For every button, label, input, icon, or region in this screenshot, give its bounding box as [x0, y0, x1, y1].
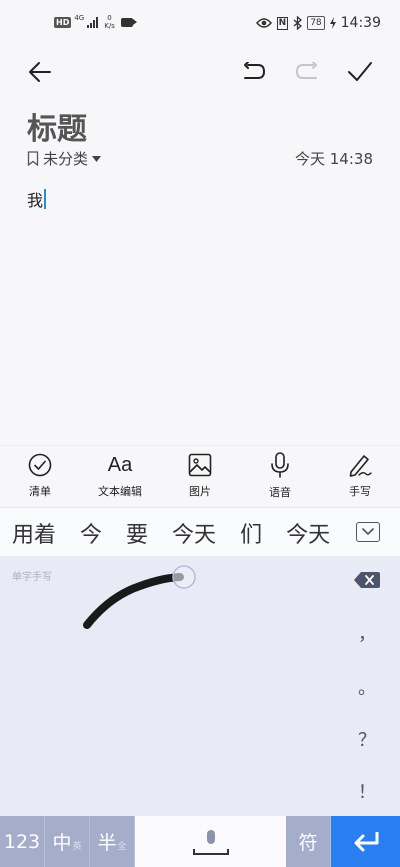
- signal-icon: [87, 16, 99, 28]
- status-bar: HD 4G 0 K/s N 78 14:39: [0, 0, 400, 48]
- numeric-key-label: 123: [3, 830, 41, 853]
- handwriting-pen-icon: [349, 454, 372, 477]
- format-toolbar: 清单 Aa 文本编辑 图片 语音 手写: [0, 445, 400, 505]
- text-edit-button[interactable]: Aa 文本编辑: [80, 446, 160, 505]
- language-key-sub: 英: [72, 842, 82, 852]
- confirm-button[interactable]: [346, 58, 374, 86]
- checkmark-icon: [348, 62, 372, 81]
- checklist-icon: [28, 453, 52, 476]
- candidate-item[interactable]: 今天: [286, 517, 330, 549]
- space-key[interactable]: [135, 816, 286, 867]
- handwriting-button[interactable]: 手写: [320, 446, 400, 505]
- microphone-space-icon: [192, 829, 229, 855]
- voice-button[interactable]: 语音: [240, 446, 320, 505]
- charging-icon: [329, 17, 336, 29]
- width-key-label: 半: [97, 832, 117, 854]
- note-timestamp: 今天 14:38: [295, 150, 373, 168]
- dropdown-triangle-icon: [92, 155, 102, 162]
- status-right-group: N 78 14:39: [255, 15, 381, 31]
- handwriting-stroke: [83, 565, 196, 629]
- back-arrow-icon: [29, 62, 51, 82]
- note-body-text: 我: [27, 191, 44, 210]
- back-button[interactable]: [26, 58, 54, 86]
- candidate-item[interactable]: 用着: [12, 517, 56, 549]
- data-rate: 0 K/s: [104, 14, 115, 30]
- symbol-key[interactable]: 符: [286, 816, 331, 867]
- nfc-icon: N: [276, 16, 289, 30]
- checklist-label: 清单: [29, 484, 51, 498]
- text-caret: [44, 189, 46, 209]
- text-edit-label: 文本编辑: [98, 484, 142, 498]
- width-key-sub: 全: [117, 842, 127, 852]
- status-left-group: HD 4G 0 K/s: [54, 14, 137, 30]
- clock: 14:39: [340, 15, 381, 31]
- enter-key[interactable]: [331, 816, 400, 867]
- text-edit-icon: Aa: [107, 453, 133, 476]
- voice-label: 语音: [269, 485, 291, 499]
- punctuation-column: ， 。 ？ ！: [334, 556, 400, 816]
- exclamation-key[interactable]: ！: [334, 778, 400, 804]
- numeric-key[interactable]: 123: [0, 816, 45, 867]
- note-title[interactable]: 标题: [27, 104, 87, 148]
- network-type: 4G: [74, 14, 85, 22]
- video-camera-icon: [120, 17, 137, 27]
- question-key[interactable]: ？: [334, 726, 400, 752]
- candidate-list: 用着 今 要 今天 们 今天: [12, 508, 340, 556]
- note-toolbar: [0, 52, 400, 92]
- undo-icon: [244, 62, 265, 79]
- redo-icon: [296, 62, 317, 79]
- candidate-item[interactable]: 要: [126, 517, 148, 549]
- microphone-icon: [271, 451, 289, 478]
- image-button[interactable]: 图片: [160, 446, 240, 505]
- handwriting-panel[interactable]: 单字手写 ， 。 ？ ！: [0, 556, 400, 816]
- handwriting-label: 手写: [349, 484, 371, 498]
- candidate-bar: 用着 今 要 今天 们 今天: [0, 507, 400, 556]
- candidate-item[interactable]: 今天: [172, 517, 216, 549]
- data-rate-unit: K/s: [104, 22, 115, 30]
- keyboard-bottom-row: 123 中英 半全 符: [0, 816, 400, 867]
- category-selector[interactable]: 未分类: [27, 148, 102, 169]
- comma-key[interactable]: ，: [334, 620, 400, 646]
- language-key-label: 中: [52, 832, 72, 854]
- width-toggle-key[interactable]: 半全: [90, 816, 135, 867]
- candidate-item[interactable]: 今: [80, 517, 102, 549]
- backspace-key[interactable]: [354, 572, 380, 588]
- redo-button[interactable]: [293, 58, 321, 86]
- backspace-icon: [354, 572, 380, 588]
- data-rate-value: 0: [107, 14, 112, 22]
- checklist-button[interactable]: 清单: [0, 446, 80, 505]
- hd-badge: HD: [54, 16, 72, 28]
- chevron-down-icon: [362, 528, 374, 535]
- candidate-item[interactable]: 们: [240, 517, 262, 549]
- enter-arrow-icon: [354, 831, 378, 851]
- eye-icon: [255, 18, 272, 28]
- collapse-candidates-button[interactable]: [356, 522, 380, 542]
- note-meta: 未分类 今天 14:38: [27, 148, 373, 168]
- image-label: 图片: [189, 484, 211, 498]
- image-icon: [188, 453, 212, 476]
- battery-level: 78: [307, 16, 325, 30]
- language-toggle-key[interactable]: 中英: [45, 816, 90, 867]
- bluetooth-icon: [293, 16, 303, 30]
- undo-button[interactable]: [240, 58, 268, 86]
- bookmark-icon: [27, 151, 39, 166]
- category-label: 未分类: [43, 150, 89, 168]
- symbol-key-label: 符: [298, 832, 318, 854]
- note-body-editor[interactable]: 我: [27, 187, 46, 211]
- period-key[interactable]: 。: [334, 674, 400, 700]
